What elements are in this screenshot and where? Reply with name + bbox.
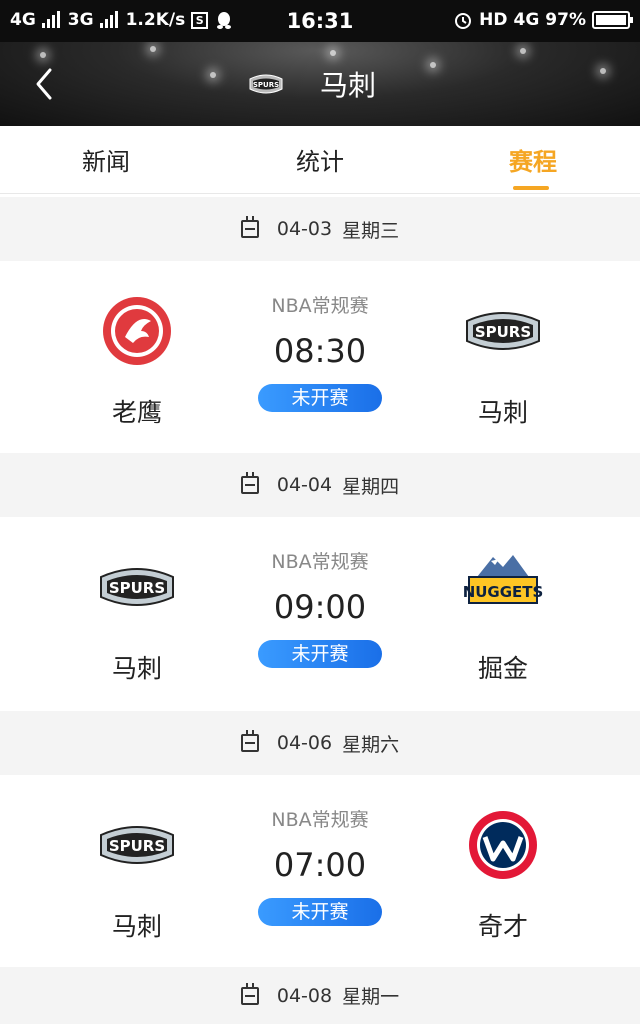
team-name: 老鹰 <box>111 398 162 427</box>
game-card[interactable]: SPURS 马刺 NBA常规赛 09:00 未开赛 NUGGETS 掘金 <box>0 517 640 709</box>
game-info: NBA常规赛 08:30 未开赛 <box>220 291 420 412</box>
team-name: 马刺 <box>111 654 162 683</box>
league-label: NBA常规赛 <box>271 551 369 573</box>
game-card[interactable]: SPURS 马刺 NBA常规赛 07:00 未开赛 奇才 <box>0 775 640 967</box>
svg-text:SPURS: SPURS <box>109 579 165 597</box>
team-name: 马刺 <box>477 398 528 427</box>
game-status-badge[interactable]: 未开赛 <box>258 640 382 668</box>
arena-light <box>40 52 46 58</box>
arena-light <box>150 46 156 52</box>
spurs-logo-icon: SPURS <box>100 568 174 606</box>
weekday-label: 星期六 <box>342 733 400 756</box>
game-time: 07:00 <box>273 846 367 884</box>
date-header: 04-06 星期六 <box>0 711 640 775</box>
team-name: 奇才 <box>477 912 528 941</box>
arena-light <box>520 48 526 54</box>
calendar-icon <box>240 216 259 238</box>
game-info: NBA常规赛 09:00 未开赛 <box>220 547 420 668</box>
spurs-logo-icon: SPURS <box>466 312 540 350</box>
team-name: 马刺 <box>111 912 162 941</box>
away-team[interactable]: NUGGETS 掘金 <box>433 547 573 685</box>
date-label: 04-03 <box>276 218 333 240</box>
game-status-badge[interactable]: 未开赛 <box>258 898 382 926</box>
active-tab-indicator <box>513 186 549 190</box>
network-label: 4G <box>513 10 540 30</box>
wizards-logo-icon <box>469 811 537 879</box>
date-header: 04-04 星期四 <box>0 453 640 517</box>
league-label: NBA常规赛 <box>271 295 369 317</box>
game-card[interactable]: 老鹰 NBA常规赛 08:30 未开赛 SPURS 马刺 <box>0 261 640 453</box>
svg-text:SPURS: SPURS <box>109 837 165 855</box>
game-info: NBA常规赛 07:00 未开赛 <box>220 805 420 926</box>
hawks-logo-icon <box>103 297 171 365</box>
home-team[interactable]: SPURS 马刺 <box>67 805 207 943</box>
calendar-icon <box>240 472 259 494</box>
alarm-icon <box>455 13 472 29</box>
status-bar: 4G 3G 1.2K/s S 16:31 HD 4G 97% <box>0 0 640 42</box>
game-time: 09:00 <box>273 588 367 626</box>
date-label: 04-06 <box>276 732 333 754</box>
tab-bar: 新闻 统计 赛程 <box>0 126 640 194</box>
date-label: 04-04 <box>276 474 333 496</box>
tab-schedule[interactable]: 赛程 <box>473 142 593 177</box>
weekday-label: 星期三 <box>342 219 400 242</box>
date-header: 04-03 星期三 <box>0 197 640 261</box>
game-status-badge[interactable]: 未开赛 <box>258 384 382 412</box>
weekday-label: 星期一 <box>342 986 400 1008</box>
game-time: 08:30 <box>273 332 367 370</box>
home-team[interactable]: 老鹰 <box>67 291 207 429</box>
away-team[interactable]: 奇才 <box>433 805 573 943</box>
nuggets-logo-icon: NUGGETS <box>463 555 543 604</box>
spurs-logo-icon: SPURS <box>100 826 174 864</box>
away-team[interactable]: SPURS 马刺 <box>433 291 573 429</box>
tab-stats[interactable]: 统计 <box>260 142 380 177</box>
status-right: HD 4G 97% <box>453 10 633 30</box>
date-header: 04-08 星期一 <box>0 967 640 1024</box>
weekday-label: 星期四 <box>342 475 400 498</box>
league-label: NBA常规赛 <box>271 809 369 831</box>
home-team[interactable]: SPURS 马刺 <box>67 547 207 685</box>
tab-news[interactable]: 新闻 <box>46 142 166 177</box>
header: SPURS 马刺 <box>0 42 640 126</box>
calendar-icon <box>240 982 259 1005</box>
battery-percent: 97% <box>545 10 586 30</box>
battery-icon <box>592 11 633 29</box>
calendar-icon <box>240 730 259 752</box>
hd-label: HD <box>479 10 508 30</box>
page-title: 马刺 <box>319 69 376 102</box>
team-name: 掘金 <box>477 654 528 683</box>
arena-light <box>330 50 336 56</box>
date-label: 04-08 <box>276 984 333 1007</box>
svg-text:SPURS: SPURS <box>475 323 531 341</box>
svg-text:NUGGETS: NUGGETS <box>463 583 543 601</box>
